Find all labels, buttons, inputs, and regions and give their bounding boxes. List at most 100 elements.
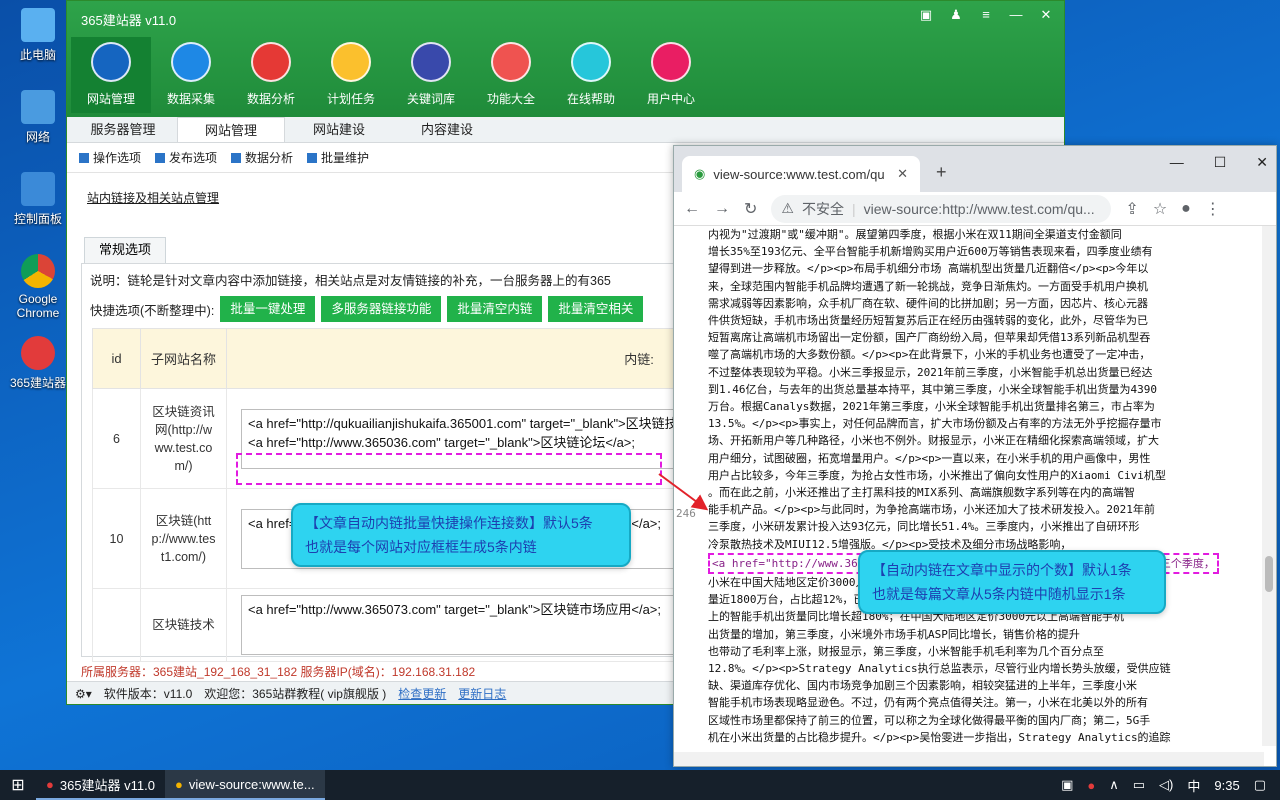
reload-icon[interactable]: ↻ bbox=[744, 199, 757, 219]
callout-display-count: 【自动内链在文章中显示的个数】默认1条 也就是每篇文章从5条内链中随机显示1条 bbox=[858, 550, 1166, 614]
address-bar[interactable]: ⚠ 不安全 | view-source:http://www.test.com/… bbox=[771, 194, 1112, 223]
new-tab-icon[interactable]: + bbox=[936, 162, 947, 183]
windows-start-icon[interactable]: ⊞ bbox=[0, 770, 36, 800]
tab-server-mgmt[interactable]: 服务器管理 bbox=[69, 117, 177, 142]
row-site-name: 区块链技术 bbox=[140, 588, 227, 662]
analysis-icon bbox=[231, 153, 242, 163]
nav-label: 计划任务 bbox=[326, 92, 375, 106]
nav-item-6[interactable]: 在线帮助 bbox=[551, 37, 631, 113]
more-icon[interactable]: ⋮ bbox=[1205, 199, 1221, 219]
source-line: 短暂离席让高端机市场留出一定份额，国产厂商纷纷入局，但苹果却凭借13系列新品机型… bbox=[708, 331, 1151, 345]
nav-label: 功能大全 bbox=[486, 92, 535, 106]
nav-item-0[interactable]: 网站管理 bbox=[71, 37, 151, 113]
browser-window: ◉ view-source:www.test.com/qu ✕ + — ☐ ✕ … bbox=[673, 145, 1277, 767]
nav-item-3[interactable]: 计划任务 bbox=[311, 37, 391, 113]
source-line: 需求减弱等因素影响，众手机厂商在软、硬件间的比拼加剧；另一方面，因芯片、核心元器 bbox=[708, 296, 1148, 310]
back-icon[interactable]: ← bbox=[684, 200, 700, 218]
chevron-up-icon[interactable]: ∧ bbox=[1109, 777, 1119, 793]
desktop-icon-this-pc[interactable]: 此电脑 bbox=[6, 8, 70, 63]
apple-icon: ● bbox=[46, 776, 54, 792]
publish-icon bbox=[155, 153, 166, 163]
tab-site-mgmt[interactable]: 网站管理 bbox=[177, 117, 285, 142]
nav-icon-2 bbox=[251, 42, 291, 82]
horizontal-scrollbar[interactable] bbox=[674, 752, 1264, 766]
source-line: 缺、渠道库存优化、国内市场竞争加剧三个因素影响，相较突猛进的上半年，三季度小米 bbox=[708, 679, 1137, 693]
nav-item-1[interactable]: 数据采集 bbox=[151, 37, 231, 113]
multi-server-link-button[interactable]: 多服务器链接功能 bbox=[321, 296, 442, 322]
source-line: 。而在此之前，小米还推出了主打黑科技的MIX系列、高端旗舰数字系列等在内的高端智 bbox=[708, 486, 1135, 500]
control-panel-icon bbox=[21, 172, 55, 206]
subtab-publish[interactable]: 发布选项 bbox=[155, 149, 217, 166]
nav-icon-6 bbox=[571, 42, 611, 82]
subtab-batch[interactable]: 批量维护 bbox=[307, 149, 369, 166]
vertical-scrollbar[interactable] bbox=[1262, 226, 1276, 746]
batch-clear-internal-button[interactable]: 批量清空内链 bbox=[447, 296, 543, 322]
row-id: 10 bbox=[92, 488, 141, 589]
star-icon[interactable]: ☆ bbox=[1153, 199, 1167, 219]
taskbar-app-chrome[interactable]: ● view-source:www.te... bbox=[165, 770, 325, 800]
network-icon[interactable]: ▭ bbox=[1133, 777, 1145, 793]
taskbar: ⊞ ● 365建站器 v11.0 ● view-source:www.te... ▣… bbox=[0, 770, 1280, 800]
nav-label: 关键词库 bbox=[406, 92, 455, 106]
source-line: 望得到进一步释放。</p><p>布局手机细分市场 高端机型出货量几近翻倍</p>… bbox=[708, 262, 1149, 276]
profile-icon[interactable]: ● bbox=[1181, 200, 1191, 218]
desktop-icon-chrome[interactable]: Google Chrome bbox=[6, 254, 70, 320]
col-id: id bbox=[92, 328, 141, 389]
desktop-icon-control-panel[interactable]: 控制面板 bbox=[6, 172, 70, 227]
url-text: view-source:http://www.test.com/qu... bbox=[863, 200, 1095, 217]
nav-icon-0 bbox=[91, 42, 131, 82]
skin-icon[interactable]: ♟ bbox=[948, 7, 964, 23]
nav-label: 在线帮助 bbox=[566, 92, 615, 106]
col-site-name: 子网站名称 bbox=[140, 328, 227, 389]
batch-icon bbox=[307, 153, 318, 163]
minimize-icon[interactable]: — bbox=[1008, 7, 1024, 23]
close-icon[interactable]: ✕ bbox=[1038, 7, 1054, 23]
batch-one-click-button[interactable]: 批量一键处理 bbox=[220, 296, 316, 322]
clock[interactable]: 9:35 bbox=[1214, 778, 1239, 793]
page-source: 内视为"过渡期"或"缓冲期"。展望第四季度，根据小米在双11期间全渠道支付金额同… bbox=[674, 226, 1264, 746]
check-update-link[interactable]: 检查更新 bbox=[398, 685, 446, 702]
taskbar-app-365[interactable]: ● 365建站器 v11.0 bbox=[36, 770, 165, 800]
nav-item-5[interactable]: 功能大全 bbox=[471, 37, 551, 113]
minimize-icon[interactable]: — bbox=[1170, 154, 1184, 171]
close-icon[interactable]: ✕ bbox=[1256, 154, 1268, 171]
notification-icon[interactable]: ▢ bbox=[1254, 777, 1266, 793]
scroll-thumb[interactable] bbox=[1265, 556, 1273, 592]
subtab-operations[interactable]: 操作选项 bbox=[79, 149, 141, 166]
ime-indicator[interactable]: 中 bbox=[1187, 776, 1200, 795]
browser-tab[interactable]: ◉ view-source:www.test.com/qu ✕ bbox=[682, 156, 920, 192]
source-line: 内视为"过渡期"或"缓冲期"。展望第四季度，根据小米在双11期间全渠道支付金额同 bbox=[708, 228, 1122, 241]
desktop-icon-network[interactable]: 网络 bbox=[6, 90, 70, 145]
settings-icon[interactable]: ⚙▾ bbox=[75, 687, 92, 701]
maximize-icon[interactable]: ☐ bbox=[1214, 154, 1227, 171]
window-controls: ▣ ♟ ≡ — ✕ bbox=[918, 7, 1054, 23]
update-log-link[interactable]: 更新日志 bbox=[458, 685, 506, 702]
menu-icon[interactable]: ≡ bbox=[978, 7, 994, 23]
source-line: 不过整体表现较为平稳。小米三季报显示，2021年前三季度，小米智能手机总出货量已… bbox=[708, 365, 1153, 379]
desktop-icon-365[interactable]: 365建站器 bbox=[6, 336, 70, 391]
tab-regular-options[interactable]: 常规选项 bbox=[84, 237, 166, 263]
tab-site-build[interactable]: 网站建设 bbox=[285, 117, 393, 142]
tray-app-icon[interactable]: ▣ bbox=[1061, 777, 1073, 793]
batch-clear-related-button[interactable]: 批量清空相关 bbox=[548, 296, 644, 322]
tab-close-icon[interactable]: ✕ bbox=[897, 166, 908, 182]
forward-icon[interactable]: → bbox=[714, 200, 730, 218]
operations-icon bbox=[79, 153, 89, 163]
tab-content-build[interactable]: 内容建设 bbox=[393, 117, 501, 142]
share-icon[interactable]: ⇪ bbox=[1125, 199, 1138, 219]
message-icon[interactable]: ▣ bbox=[918, 7, 934, 23]
app-header: 365建站器 v11.0 ▣ ♟ ≡ — ✕ 网站管理 数据采集 数据分析 计划任务 关… bbox=[67, 1, 1064, 117]
source-line: 用户细分，试图破圈，拓宽增量用户。</p><p>一直以来，在小米手机的用户画像中… bbox=[708, 451, 1151, 465]
section-link[interactable]: 站内链接及相关站点管理 bbox=[87, 189, 219, 206]
nav-item-2[interactable]: 数据分析 bbox=[231, 37, 311, 113]
nav-item-7[interactable]: 用户中心 bbox=[631, 37, 711, 113]
chrome-icon: ● bbox=[175, 776, 183, 792]
tray-apple-icon[interactable]: ● bbox=[1087, 778, 1095, 793]
nav-icon-4 bbox=[411, 42, 451, 82]
subtab-analysis[interactable]: 数据分析 bbox=[231, 149, 293, 166]
source-line: 场、开拓新用户等几种路径，小米也不例外。财报显示，小米正在精细化探索高端领域，扩… bbox=[708, 434, 1159, 448]
server-info: 所属服务器：365建站_192_168_31_182 服务器IP(域名)：192… bbox=[81, 665, 476, 679]
version-text: 软件版本：v11.0 bbox=[103, 687, 193, 701]
volume-icon[interactable]: ◁) bbox=[1159, 777, 1173, 793]
nav-item-4[interactable]: 关键词库 bbox=[391, 37, 471, 113]
